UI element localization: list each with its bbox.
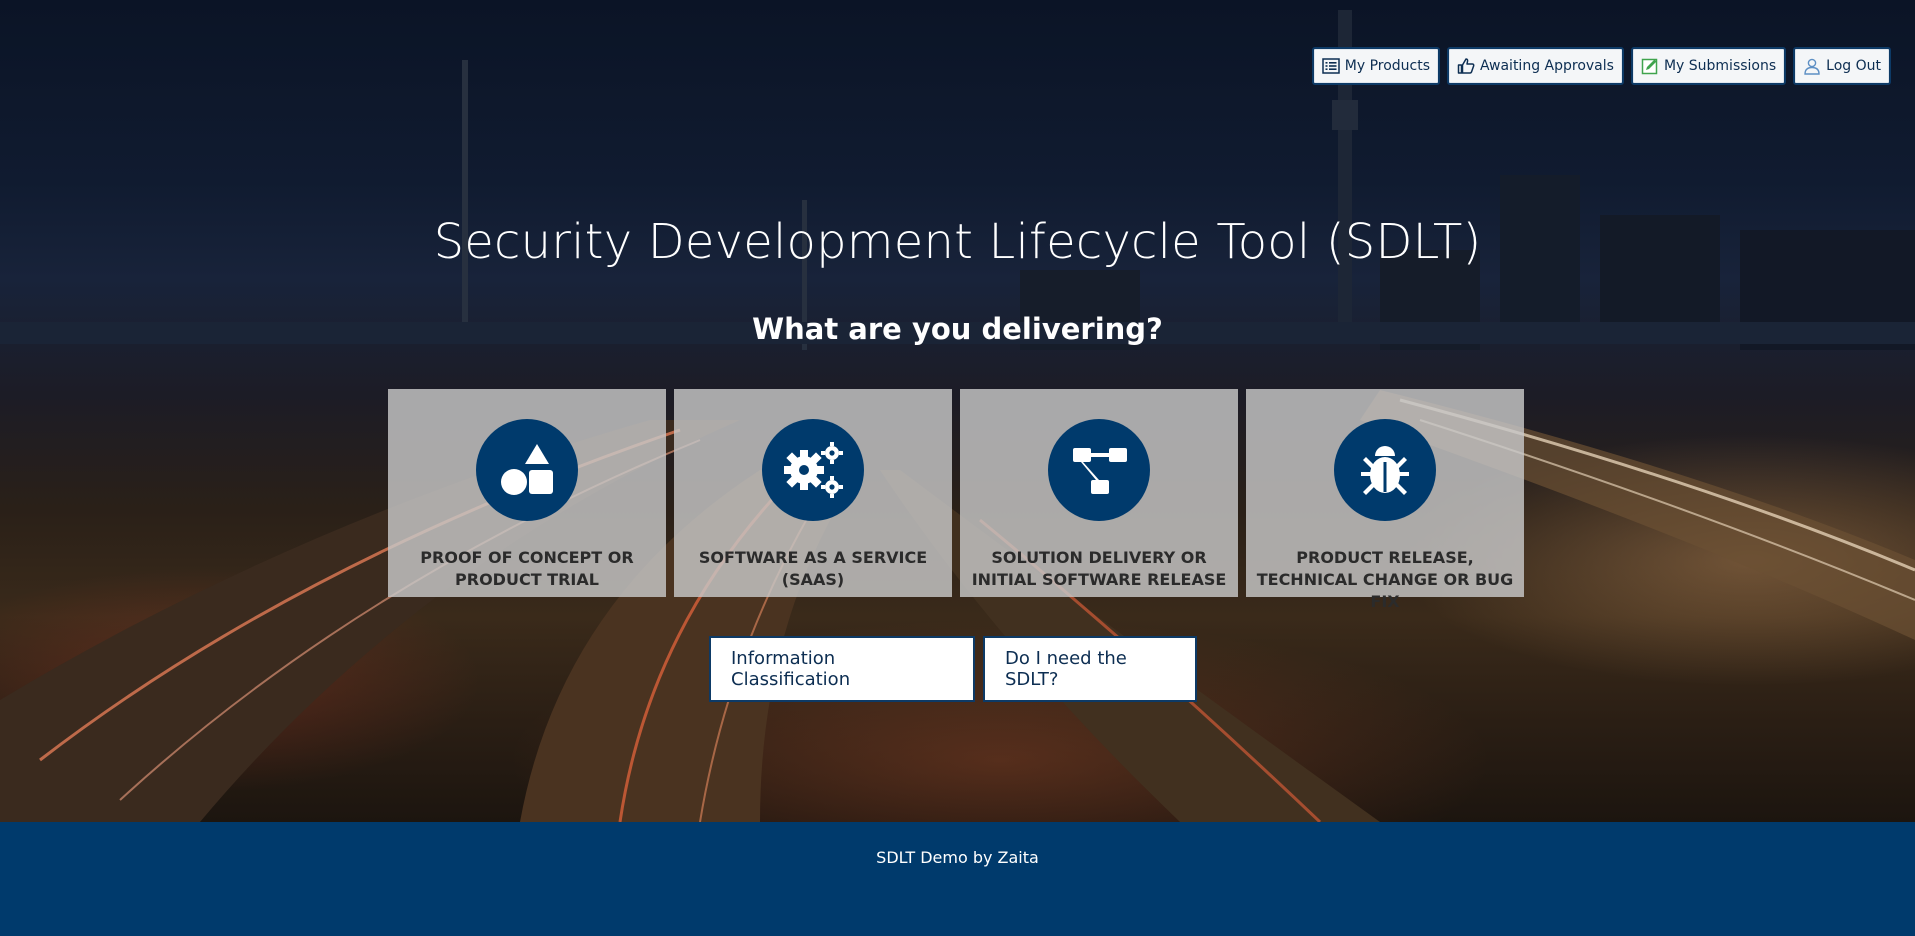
my-submissions-label: My Submissions bbox=[1663, 58, 1777, 74]
do-i-need-sdlt-button[interactable]: Do I need the SDLT? bbox=[983, 636, 1197, 702]
card-icon-circle bbox=[1334, 419, 1436, 521]
card-icon-circle bbox=[762, 419, 864, 521]
flowchart-icon bbox=[1073, 448, 1127, 494]
my-submissions-button[interactable]: My Submissions bbox=[1630, 47, 1787, 85]
card-label: PRODUCT RELEASE, TECHNICAL CHANGE OR BUG… bbox=[1256, 548, 1514, 611]
log-out-label: Log Out bbox=[1826, 58, 1881, 74]
card-product-release[interactable]: PRODUCT RELEASE, TECHNICAL CHANGE OR BUG… bbox=[1246, 389, 1524, 611]
page-subtitle: What are you delivering? bbox=[752, 312, 1163, 346]
shapes-icon bbox=[501, 444, 553, 495]
footer: SDLT Demo by Zaita bbox=[0, 822, 1915, 936]
user-icon bbox=[1804, 58, 1820, 75]
page-title: Security Development Lifecycle Tool (SDL… bbox=[433, 214, 1482, 270]
top-navigation: My Products Awaiting Approvals My Submis… bbox=[1311, 47, 1891, 85]
card-icon-circle bbox=[476, 419, 578, 521]
awaiting-approvals-button[interactable]: Awaiting Approvals bbox=[1447, 47, 1624, 85]
card-label: SOFTWARE AS A SERVICE (SAAS) bbox=[698, 548, 928, 589]
card-saas[interactable]: SOFTWARE AS A SERVICE (SAAS) bbox=[674, 389, 952, 597]
thumbs-up-icon bbox=[1457, 58, 1475, 74]
delivery-type-cards: PROOF OF CONCEPT OR PRODUCT TRIAL SOFTWA… bbox=[388, 389, 1524, 611]
bug-icon bbox=[1361, 446, 1409, 495]
secondary-actions: Information Classification Do I need the… bbox=[709, 636, 1197, 702]
footer-text: SDLT Demo by Zaita bbox=[876, 848, 1039, 867]
awaiting-approvals-label: Awaiting Approvals bbox=[1480, 58, 1614, 74]
gears-icon bbox=[784, 442, 843, 498]
card-label: SOLUTION DELIVERY OR INITIAL SOFTWARE RE… bbox=[971, 548, 1227, 589]
card-icon-circle bbox=[1048, 419, 1150, 521]
my-products-button[interactable]: My Products bbox=[1311, 47, 1441, 85]
card-proof-of-concept[interactable]: PROOF OF CONCEPT OR PRODUCT TRIAL bbox=[388, 389, 666, 597]
card-label: PROOF OF CONCEPT OR PRODUCT TRIAL bbox=[420, 548, 634, 589]
log-out-button[interactable]: Log Out bbox=[1793, 47, 1891, 85]
list-icon bbox=[1322, 58, 1340, 74]
edit-icon bbox=[1641, 58, 1658, 75]
card-solution-delivery[interactable]: SOLUTION DELIVERY OR INITIAL SOFTWARE RE… bbox=[960, 389, 1238, 597]
information-classification-button[interactable]: Information Classification bbox=[709, 636, 975, 702]
my-products-label: My Products bbox=[1344, 58, 1431, 74]
